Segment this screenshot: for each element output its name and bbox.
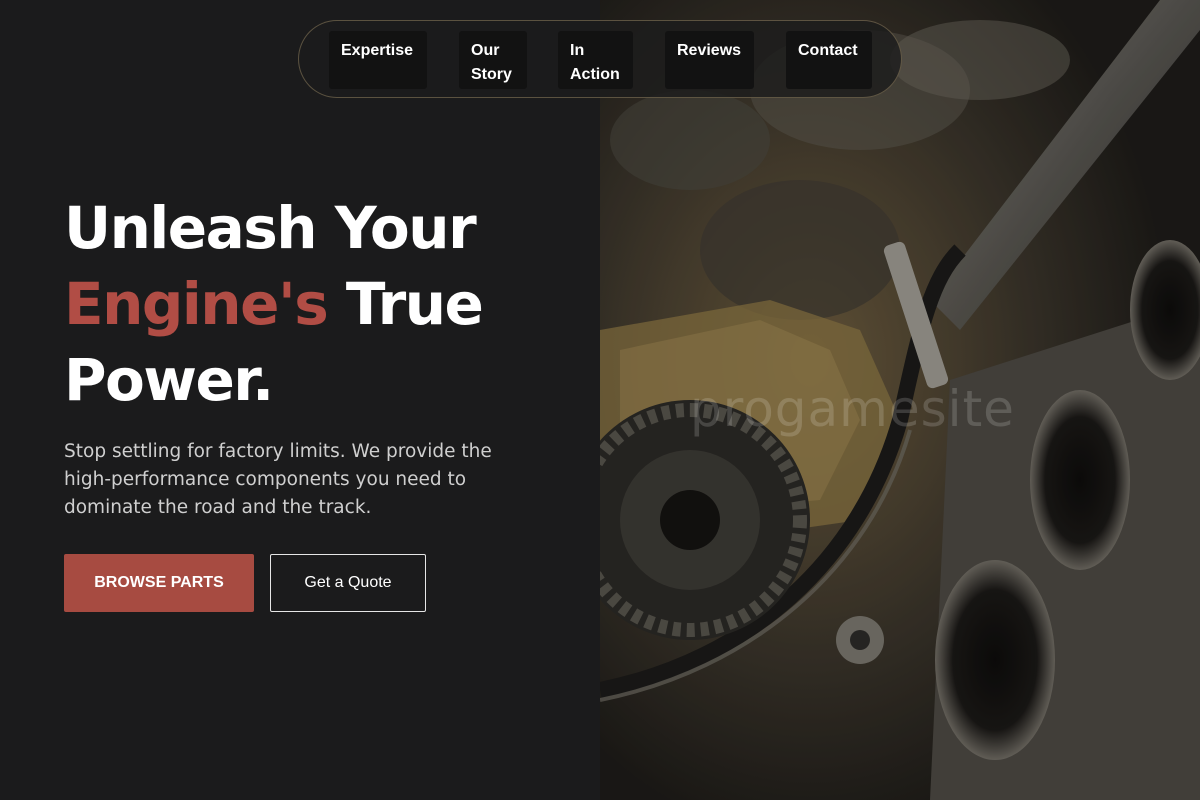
nav-item-contact[interactable]: Contact xyxy=(786,31,872,89)
nav-item-expertise[interactable]: Expertise xyxy=(329,31,427,89)
hero-title-line2-rest: True xyxy=(327,270,484,338)
hero-title-line1: Unleash Your xyxy=(64,194,477,262)
hero-title-accent: Engine's xyxy=(64,270,329,338)
hero-subtitle: Stop settling for factory limits. We pro… xyxy=(64,441,492,518)
hero-title: Unleash Your Engine's True Power. xyxy=(64,190,484,418)
hero-title-line3: Power. xyxy=(64,346,274,414)
hero-panel: Unleash Your Engine's True Power. Stop set… xyxy=(0,0,600,800)
main-nav: Expertise Our Story In Action Reviews Co… xyxy=(298,20,902,98)
nav-item-our-story[interactable]: Our Story xyxy=(459,31,527,89)
nav-item-reviews[interactable]: Reviews xyxy=(665,31,754,89)
engine-photo-icon xyxy=(600,0,1200,800)
nav-item-in-action[interactable]: In Action xyxy=(558,31,633,89)
landing-page: Unleash Your Engine's True Power. Stop set… xyxy=(0,0,1200,800)
engine-photo xyxy=(600,0,1200,800)
browse-parts-button[interactable]: BROWSE PARTS xyxy=(64,554,254,612)
get-quote-button[interactable]: Get a Quote xyxy=(270,554,426,612)
